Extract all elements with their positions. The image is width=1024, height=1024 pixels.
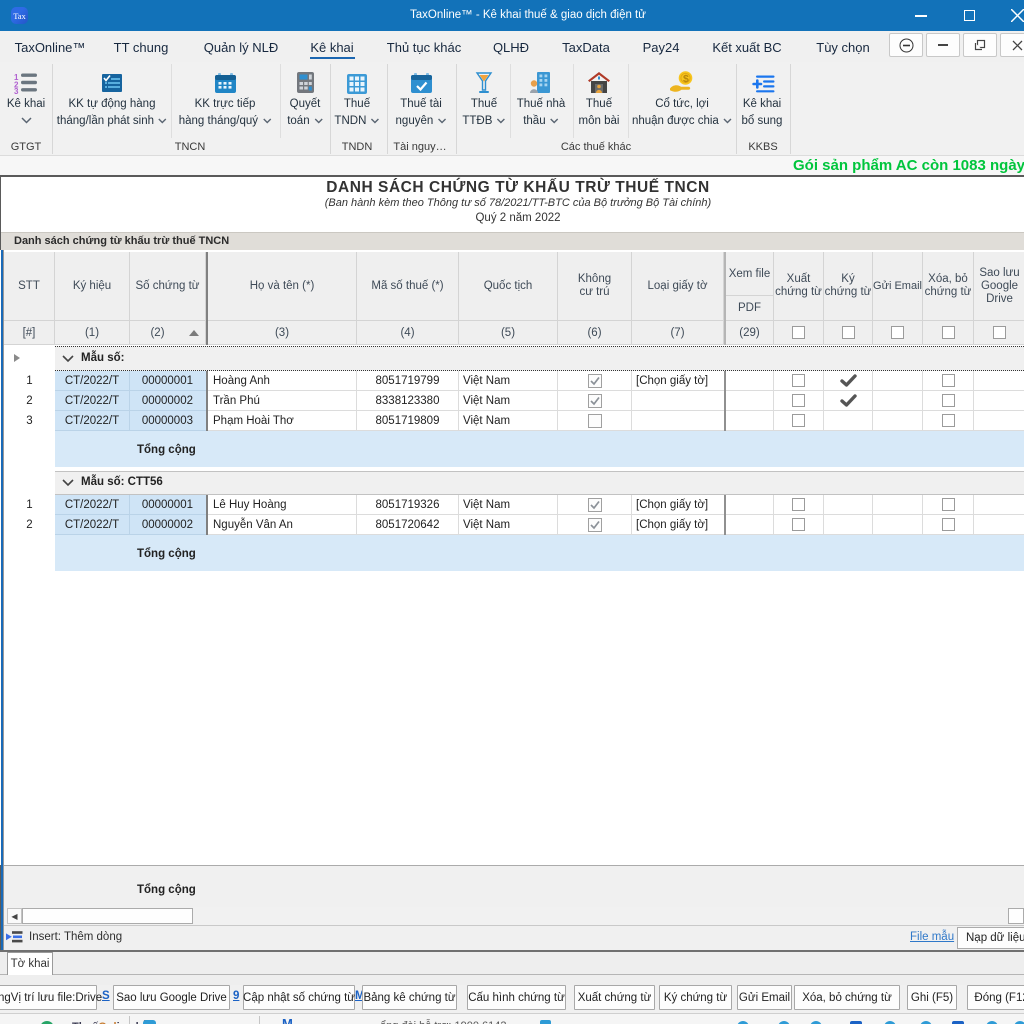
svg-text:3: 3 — [14, 87, 19, 94]
svg-text:$: $ — [683, 73, 689, 85]
